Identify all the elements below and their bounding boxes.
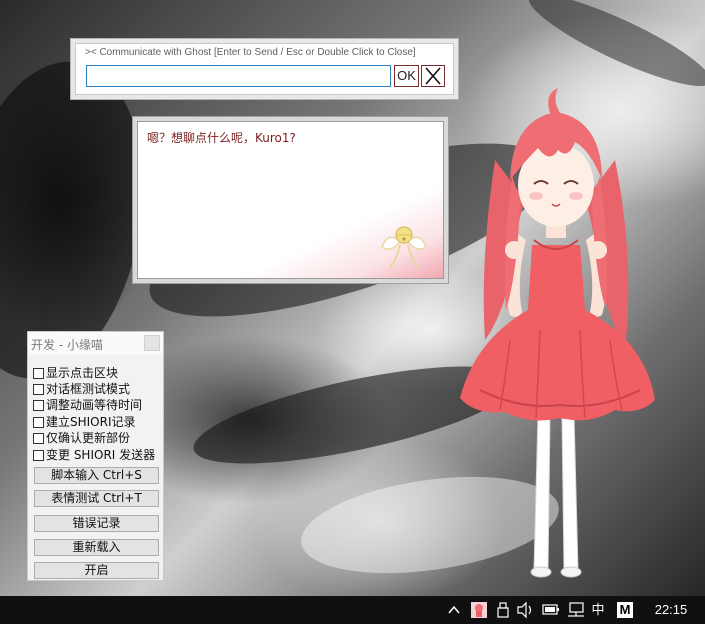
volume-icon[interactable]: [516, 596, 536, 624]
desktop-wallpaper: >< Communicate with Ghost [Enter to Send…: [0, 0, 705, 624]
checkbox-change-shiori-sender[interactable]: 变更 SHIORI 发送器: [33, 446, 163, 462]
checkbox-label: 对话框测试模式: [46, 382, 131, 396]
developer-panel-titlebar[interactable]: 开发 - 小缘喵: [28, 332, 163, 354]
error-log-button[interactable]: 错误记录: [34, 515, 159, 532]
network-icon[interactable]: [566, 596, 586, 624]
battery-icon[interactable]: [541, 596, 561, 624]
script-input-button[interactable]: 脚本输入 Ctrl+S: [34, 467, 159, 484]
developer-panel-title: 开发 - 小缘喵: [31, 338, 103, 352]
checkbox-animation-wait[interactable]: 调整动画等待时间: [33, 396, 163, 412]
communicate-input[interactable]: [86, 65, 391, 87]
taskbar-clock[interactable]: 22:15: [645, 596, 697, 624]
speech-balloon[interactable]: 嗯？想聊点什么呢，Kuro1?: [132, 116, 449, 284]
checkbox-balloon-test-mode[interactable]: 对话框测试模式: [33, 380, 163, 396]
checkbox-shiori-log[interactable]: 建立SHIORI记录: [33, 413, 163, 429]
ok-button[interactable]: OK: [394, 65, 419, 87]
ghost-tray-icon[interactable]: [470, 596, 488, 624]
taskbar: 中 M 22:15: [0, 596, 705, 624]
panel-close-button[interactable]: [144, 335, 160, 351]
checkbox-show-click-regions[interactable]: 显示点击区块: [33, 364, 163, 380]
reload-button[interactable]: 重新载入: [34, 539, 159, 556]
expression-test-button[interactable]: 表情测试 Ctrl+T: [34, 490, 159, 507]
bell-ribbon-icon: [381, 226, 427, 268]
checkbox-label: 调整动画等待时间: [46, 398, 143, 412]
checkbox-box[interactable]: [33, 400, 44, 411]
speech-balloon-body: 嗯？想聊点什么呢，Kuro1?: [137, 121, 444, 279]
open-button[interactable]: 开启: [34, 562, 159, 579]
checkbox-label: 仅确认更新部份: [46, 431, 131, 445]
checkbox-label: 显示点击区块: [46, 366, 119, 380]
checkbox-box[interactable]: [33, 417, 44, 428]
ime-language-indicator[interactable]: 中: [589, 596, 607, 624]
checkbox-label: 建立SHIORI记录: [46, 415, 136, 429]
checkbox-label: 变更 SHIORI 发送器: [46, 448, 156, 462]
checkbox-box[interactable]: [33, 450, 44, 461]
communicate-window-body: >< Communicate with Ghost [Enter to Send…: [75, 43, 454, 95]
communicate-window-title: >< Communicate with Ghost [Enter to Send…: [85, 47, 416, 58]
usb-icon[interactable]: [496, 596, 510, 624]
balloon-text: 嗯？想聊点什么呢，Kuro1?: [147, 131, 296, 145]
ghost-character[interactable]: [440, 80, 670, 590]
chevron-up-icon[interactable]: [446, 596, 462, 624]
checkbox-box[interactable]: [33, 433, 44, 444]
communicate-window: >< Communicate with Ghost [Enter to Send…: [70, 38, 459, 100]
checkbox-box[interactable]: [33, 384, 44, 395]
ime-mode-indicator[interactable]: M: [617, 602, 633, 618]
checkbox-check-updates-only[interactable]: 仅确认更新部份: [33, 429, 163, 445]
checkbox-box[interactable]: [33, 368, 44, 379]
developer-panel: 开发 - 小缘喵 显示点击区块 对话框测试模式 调整动画等待时间 建立SHIOR…: [27, 331, 164, 581]
